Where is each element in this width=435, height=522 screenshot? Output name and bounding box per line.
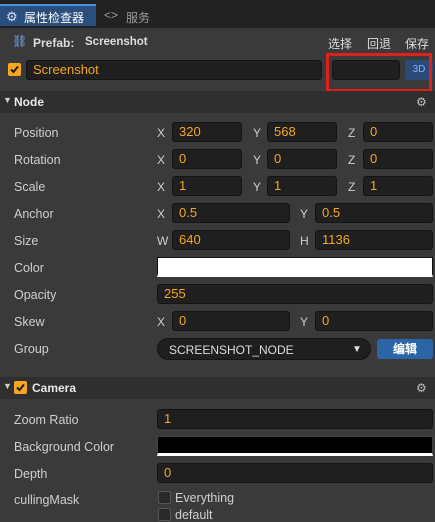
skew-x-input[interactable]: 0 — [172, 311, 290, 331]
section-title: Node — [14, 95, 44, 109]
axis-x-label: X — [157, 180, 166, 194]
depth-label: Depth — [14, 467, 48, 481]
size-h-input[interactable]: 1136 — [315, 230, 433, 250]
color-swatch[interactable] — [157, 257, 433, 277]
axis-x-label: X — [157, 126, 166, 140]
position-label: Position — [14, 126, 59, 140]
tab-label: 服务 — [126, 11, 151, 25]
group-edit-button[interactable]: 编辑 — [377, 339, 433, 359]
rotation-y-input[interactable]: 0 — [267, 149, 337, 169]
prefab-prefix: Prefab: — [33, 36, 75, 50]
rotation-x-input[interactable]: 0 — [172, 149, 242, 169]
camera-section-header[interactable]: ▼ Camera ⚙ — [0, 377, 435, 399]
gear-icon: ⚙ — [6, 9, 18, 24]
revert-button[interactable]: 回退 — [367, 35, 391, 52]
axis-y-label: Y — [300, 315, 309, 329]
axis-z-label: Z — [348, 180, 356, 194]
tab-label: 属性检查器 — [24, 11, 85, 25]
position-y-input[interactable]: 568 — [267, 122, 337, 142]
anchor-x-input[interactable]: 0.5 — [172, 203, 290, 223]
axis-w-label: W — [157, 234, 169, 248]
axis-x-label: X — [157, 315, 166, 329]
culling-default-checkbox[interactable] — [158, 508, 171, 521]
size-w-input[interactable]: 640 — [172, 230, 290, 250]
camera-enabled-checkbox[interactable] — [14, 381, 27, 394]
scale-label: Scale — [14, 180, 46, 194]
node-section-header[interactable]: ▼ Node ⚙ — [0, 91, 435, 113]
prefab-name: Screenshot — [85, 36, 148, 48]
axis-x-label: X — [157, 207, 166, 221]
skew-label: Skew — [14, 315, 45, 329]
scale-x-input[interactable]: 1 — [172, 176, 242, 196]
tab-inspector[interactable]: ⚙ 属性检查器 — [0, 4, 96, 26]
position-x-input[interactable]: 320 — [172, 122, 242, 142]
rotation-label: Rotation — [14, 153, 61, 167]
section-title: Camera — [32, 381, 77, 395]
select-button[interactable]: 选择 — [328, 35, 352, 52]
collapse-arrow-icon: ▼ — [3, 95, 12, 105]
axis-y-label: Y — [300, 207, 309, 221]
code-icon: <> — [104, 8, 119, 22]
culling-everything-checkbox[interactable] — [158, 491, 171, 504]
axis-x-label: X — [157, 153, 166, 167]
prefab-link-icon: ⛓ — [12, 34, 28, 48]
depth-input[interactable]: 0 — [157, 463, 433, 483]
axis-y-label: Y — [253, 180, 262, 194]
gear-icon[interactable]: ⚙ — [416, 95, 427, 109]
axis-y-label: Y — [253, 153, 262, 167]
color-label: Color — [14, 261, 44, 275]
anchor-y-input[interactable]: 0.5 — [315, 203, 433, 223]
culling-mask-label: cullingMask — [14, 493, 80, 507]
group-label: Group — [14, 342, 49, 356]
axis-h-label: H — [300, 234, 309, 248]
opacity-input[interactable]: 255 — [157, 284, 433, 304]
skew-y-input[interactable]: 0 — [315, 311, 433, 331]
highlight-box — [326, 53, 432, 92]
zoom-ratio-input[interactable]: 1 — [157, 409, 433, 429]
group-select-value: SCREENSHOT_NODE — [169, 343, 294, 357]
group-select[interactable]: SCREENSHOT_NODE ▼ — [157, 338, 371, 360]
dropdown-arrow-icon: ▼ — [352, 344, 362, 355]
axis-z-label: Z — [348, 126, 356, 140]
background-color-label: Background Color — [14, 440, 115, 454]
rotation-z-input[interactable]: 0 — [363, 149, 433, 169]
culling-option-label: Everything — [175, 491, 235, 505]
culling-option-label: default — [175, 508, 213, 522]
size-label: Size — [14, 234, 39, 248]
node-active-checkbox[interactable] — [8, 63, 21, 76]
zoom-ratio-label: Zoom Ratio — [14, 413, 79, 427]
scale-z-input[interactable]: 1 — [363, 176, 433, 196]
gear-icon[interactable]: ⚙ — [416, 381, 427, 395]
axis-z-label: Z — [348, 153, 356, 167]
opacity-label: Opacity — [14, 288, 57, 302]
save-button[interactable]: 保存 — [405, 35, 429, 52]
position-z-input[interactable]: 0 — [363, 122, 433, 142]
background-color-swatch[interactable] — [157, 436, 433, 456]
tab-service[interactable]: <> 服务 — [104, 6, 174, 26]
anchor-label: Anchor — [14, 207, 54, 221]
node-name-input[interactable]: Screenshot — [26, 60, 322, 80]
collapse-arrow-icon: ▼ — [3, 381, 12, 391]
scale-y-input[interactable]: 1 — [267, 176, 337, 196]
axis-y-label: Y — [253, 126, 262, 140]
